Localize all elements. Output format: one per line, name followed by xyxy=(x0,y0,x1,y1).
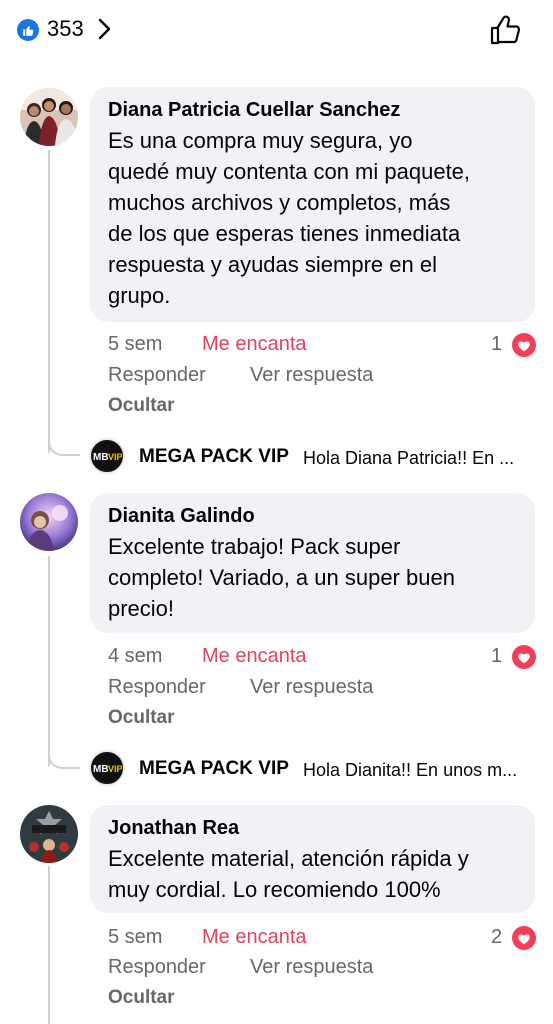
reaction-count[interactable]: 1 xyxy=(491,333,502,356)
comment-time[interactable]: 5 sem xyxy=(108,926,162,949)
heart-icon[interactable] xyxy=(512,926,536,950)
heart-icon[interactable] xyxy=(512,645,536,669)
comment-text: Excelente trabajo! Pack super completo! … xyxy=(108,534,455,621)
hide-button[interactable]: Ocultar xyxy=(108,395,175,417)
reply-author[interactable]: MEGA PACK VIP xyxy=(139,758,289,780)
reply-button[interactable]: Responder xyxy=(108,676,206,699)
svg-text:MB: MB xyxy=(93,452,109,463)
thread-line xyxy=(48,150,50,453)
comment-author[interactable]: Dianita Galindo xyxy=(108,503,521,529)
chevron-right-icon[interactable] xyxy=(96,17,112,41)
avatar[interactable] xyxy=(20,805,78,863)
comment-time[interactable]: 4 sem xyxy=(108,645,162,668)
thumbs-up-icon[interactable] xyxy=(489,14,523,46)
like-icon xyxy=(17,19,39,41)
reaction-count[interactable]: 353 xyxy=(47,16,84,42)
reply-button[interactable]: Responder xyxy=(108,364,206,387)
avatar[interactable] xyxy=(20,88,78,146)
see-reply-button[interactable]: Ver respuesta xyxy=(250,364,373,387)
svg-text:VIP: VIP xyxy=(108,764,122,774)
avatar[interactable] xyxy=(20,493,78,551)
comment-text: Excelente material, atención rápida y mu… xyxy=(108,846,469,902)
svg-text:VIP: VIP xyxy=(108,452,122,462)
comment-time[interactable]: 5 sem xyxy=(108,333,162,356)
comment-bubble: Jonathan Rea Excelente material, atenció… xyxy=(90,805,535,913)
see-reply-button[interactable]: Ver respuesta xyxy=(250,956,373,979)
reactions-bar: 353 xyxy=(0,0,553,60)
reply-button[interactable]: Responder xyxy=(108,956,206,979)
reply-connector xyxy=(48,755,80,769)
love-reaction-button[interactable]: Me encanta xyxy=(202,926,307,949)
reply-connector xyxy=(48,442,80,456)
reply-preview[interactable]: Hola Diana Patricia!! En ... xyxy=(303,448,514,469)
reply-author[interactable]: MEGA PACK VIP xyxy=(139,446,289,468)
reaction-count[interactable]: 1 xyxy=(491,645,502,668)
comment-author[interactable]: Diana Patricia Cuellar Sanchez xyxy=(108,97,521,123)
thread-line xyxy=(48,556,50,766)
reply-preview[interactable]: Hola Dianita!! En unos m... xyxy=(303,760,517,781)
comment-text: Es una compra muy segura, yo quedé muy c… xyxy=(108,128,471,308)
page-logo-avatar[interactable]: MB VIP xyxy=(89,750,125,786)
comment-bubble: Diana Patricia Cuellar Sanchez Es una co… xyxy=(90,87,535,322)
see-reply-button[interactable]: Ver respuesta xyxy=(250,676,373,699)
comment-bubble: Dianita Galindo Excelente trabajo! Pack … xyxy=(90,493,535,633)
hide-button[interactable]: Ocultar xyxy=(108,987,175,1009)
svg-text:MB: MB xyxy=(93,764,109,775)
reaction-count[interactable]: 2 xyxy=(491,926,502,949)
love-reaction-button[interactable]: Me encanta xyxy=(202,645,307,668)
page-logo-avatar[interactable]: MB VIP xyxy=(89,438,125,474)
comment-author[interactable]: Jonathan Rea xyxy=(108,815,521,841)
love-reaction-button[interactable]: Me encanta xyxy=(202,333,307,356)
thread-line xyxy=(48,866,50,1024)
heart-icon[interactable] xyxy=(512,333,536,357)
hide-button[interactable]: Ocultar xyxy=(108,707,175,729)
